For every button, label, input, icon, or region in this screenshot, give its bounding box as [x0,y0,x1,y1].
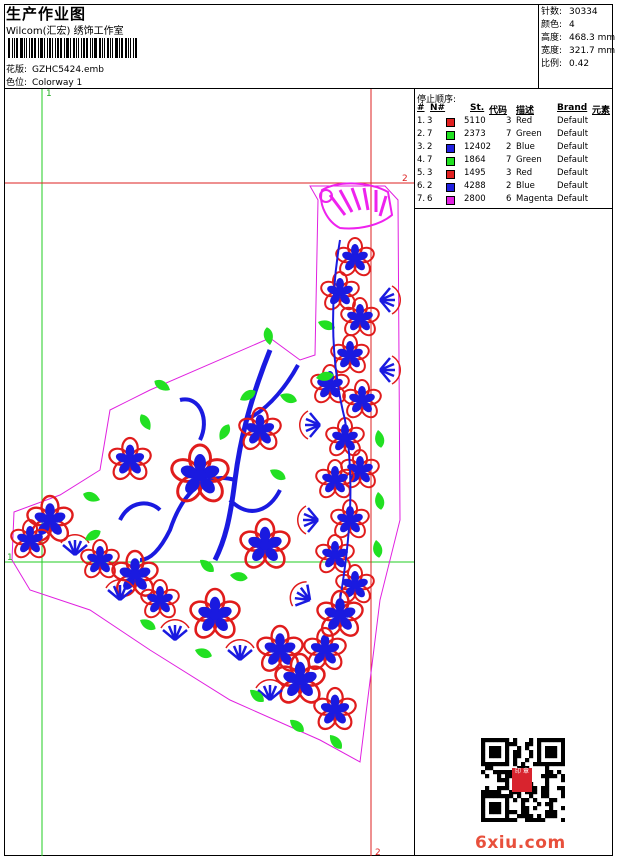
embroidery-preview: 1 1 2 2 [5,89,414,858]
guide-label-green-left: 1 [7,553,13,563]
bottom-border [186,576,367,752]
central-bouquet [81,326,300,601]
site-watermark-logo[interactable]: 6xiu.com [475,833,566,853]
seal-stamp: 印 章 [512,768,532,792]
guide-label-red-bottom: 2 [375,848,381,858]
guide-label-green-top: 1 [46,89,52,99]
left-border [8,494,191,642]
guide-label-red-right: 2 [402,174,408,184]
magenta-ornament [319,182,394,230]
right-border [296,237,402,607]
